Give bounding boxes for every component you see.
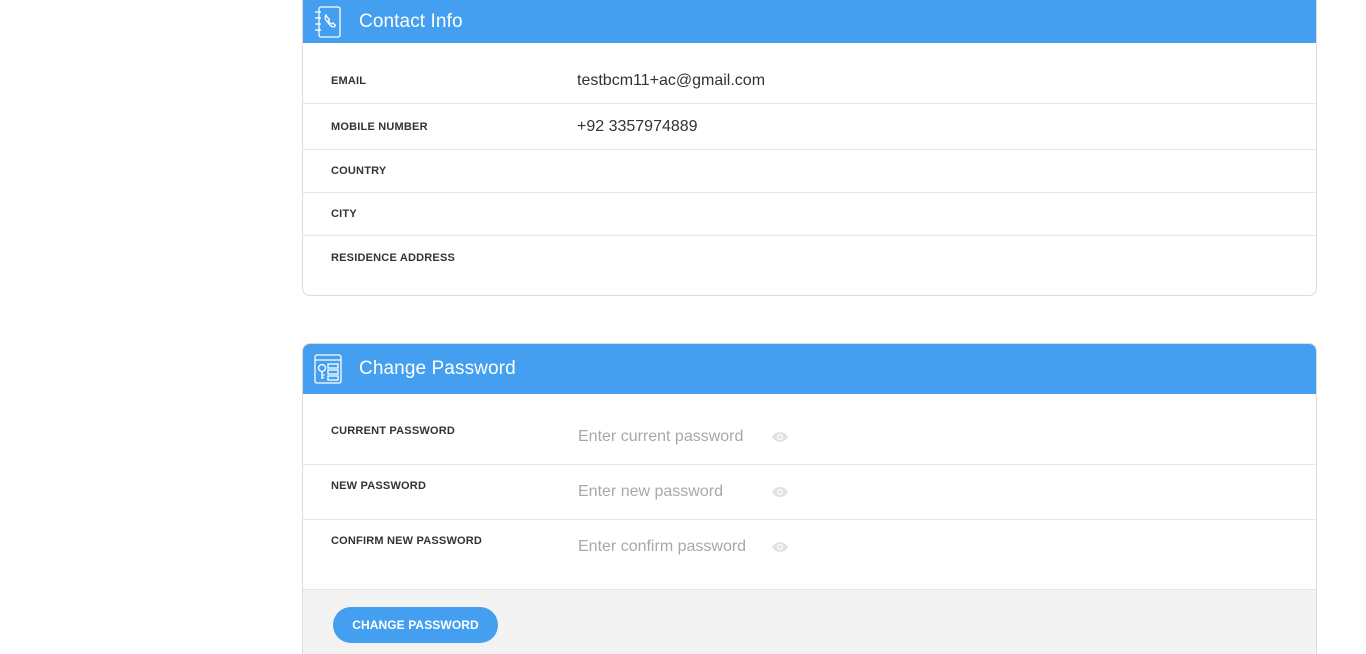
contact-row-city: CITY [303,193,1316,236]
page: Contact Info EMAIL testbcm11+ac@gmail.co… [0,0,1366,654]
current-password-label: CURRENT PASSWORD [331,425,455,437]
current-password-wrap [577,428,807,446]
contact-info-card: Contact Info EMAIL testbcm11+ac@gmail.co… [302,0,1317,296]
eye-icon[interactable] [771,541,789,553]
password-footer: CHANGE PASSWORD [303,590,1316,654]
confirm-password-input[interactable] [578,537,768,556]
password-key-icon [314,354,342,384]
mobile-number-value: +92 3357974889 [577,117,698,135]
new-password-wrap [577,483,807,501]
mobile-number-label: MOBILE NUMBER [331,120,428,133]
residence-address-label: RESIDENCE ADDRESS [331,252,456,264]
password-form: CURRENT PASSWORD NEW PASSWORD CONFIRM NE… [303,394,1316,590]
change-password-button[interactable]: CHANGE PASSWORD [333,607,498,643]
confirm-new-password-label: CONFIRM NEW PASSWORD [331,534,483,547]
eye-icon[interactable] [771,431,789,443]
current-password-row: CURRENT PASSWORD [303,394,1316,465]
change-password-title: Change Password [359,358,516,379]
new-password-label: NEW PASSWORD [331,480,427,492]
contact-info-list: EMAIL testbcm11+ac@gmail.com MOBILE NUMB… [303,43,1316,280]
contact-row-mobile: MOBILE NUMBER +92 3357974889 [303,104,1316,150]
current-password-input[interactable] [578,428,768,446]
new-password-input[interactable] [578,483,768,501]
email-value: testbcm11+ac@gmail.com [577,72,766,89]
eye-icon[interactable] [771,486,789,498]
contact-row-residence-address: RESIDENCE ADDRESS [303,236,1316,280]
city-label: CITY [331,208,357,220]
contact-row-country: COUNTRY [303,150,1316,193]
contact-info-header: Contact Info [303,0,1316,43]
change-password-card: Change Password CURRENT PASSWORD NEW PAS… [302,343,1317,654]
new-password-row: NEW PASSWORD [303,465,1316,520]
confirm-password-wrap [577,537,807,556]
contact-info-title: Contact Info [359,11,463,32]
change-password-header: Change Password [303,344,1316,394]
confirm-password-row: CONFIRM NEW PASSWORD [303,520,1316,590]
contact-row-email: EMAIL testbcm11+ac@gmail.com [303,43,1316,104]
country-label: COUNTRY [331,165,387,177]
phone-book-icon [314,6,342,38]
email-label: EMAIL [331,75,367,87]
